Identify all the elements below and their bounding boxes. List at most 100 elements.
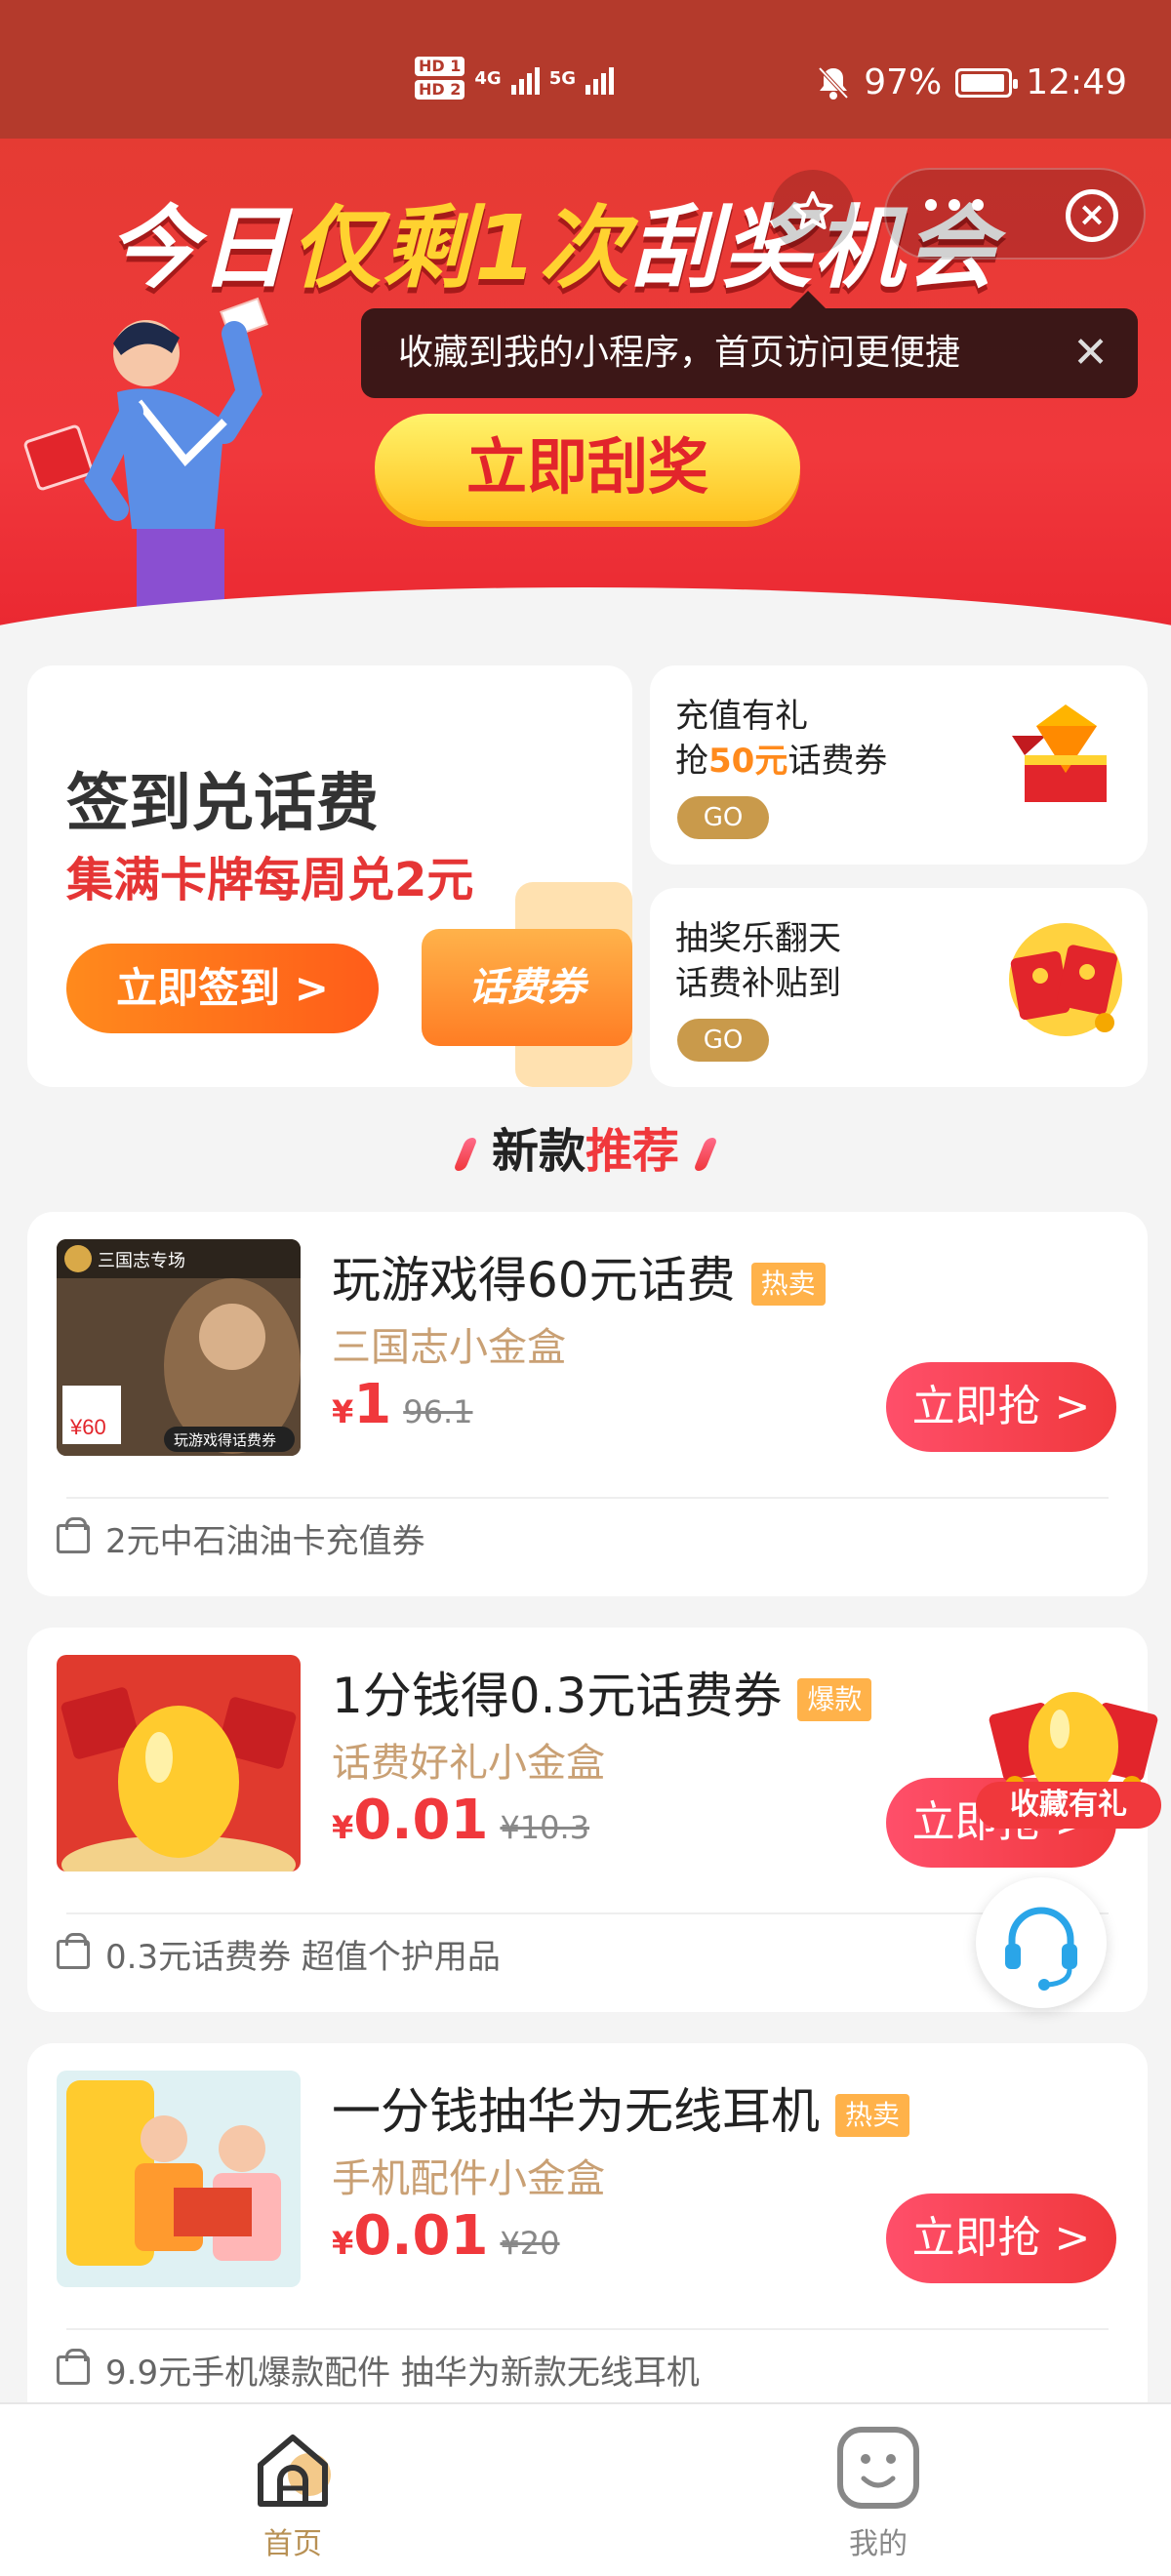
gift-box-gem-icon xyxy=(1012,704,1107,802)
section-title-black: 新款 xyxy=(491,1124,586,1179)
price-symbol: ¥ xyxy=(332,1809,354,1846)
bottom-navigation: 首页 我的 xyxy=(0,2402,1171,2576)
product-tag: 热卖 xyxy=(835,2093,910,2137)
mini-program-capsule: × xyxy=(884,168,1146,260)
signin-subtitle: 集满卡牌每周兑2元 xyxy=(66,853,474,907)
product-thumbnail: 三国志专场 ¥60 玩游戏得话费券 xyxy=(57,1239,301,1456)
recharge-card[interactable]: 充值有礼 抢50元话费券 GO xyxy=(650,665,1148,865)
product-card[interactable]: 三国志专场 ¥60 玩游戏得话费券 玩游戏得60元话费 热卖 三国志小金盒 ¥1 9… xyxy=(27,1212,1148,1596)
product-footer: 0.3元话费券 超值个护用品 xyxy=(57,1930,501,1978)
signal-icon xyxy=(510,61,540,95)
favorite-tooltip-text: 收藏到我的小程序，首页访问更便捷 xyxy=(398,333,961,373)
nav-mine-label: 我的 xyxy=(849,2527,908,2561)
customer-service-button[interactable] xyxy=(976,1877,1107,2008)
product-footer-text: 2元中石油油卡充值券 xyxy=(105,1522,425,1561)
status-bar: HD 1 HD 2 4G 5G 97% 12:49 xyxy=(0,0,1171,139)
lottery-line2: 话费补贴到 xyxy=(675,964,841,1003)
headset-icon xyxy=(1005,1907,1077,1991)
hd2-badge: HD 2 xyxy=(415,80,465,100)
product-footer: 9.9元手机爆款配件 抽华为新款无线耳机 xyxy=(57,2346,700,2394)
signal-icon-2 xyxy=(586,61,614,95)
hero-title-part2: 仅剩1次 xyxy=(291,196,631,301)
section-decoration-icon xyxy=(453,1138,479,1171)
more-menu-icon[interactable] xyxy=(925,199,984,211)
recharge-line2-prefix: 抢 xyxy=(675,742,708,781)
game-poster-image: 三国志专场 ¥60 玩游戏得话费券 xyxy=(57,1239,301,1456)
section-title: 新款推荐 xyxy=(0,1112,1171,1181)
lottery-card[interactable]: 抽奖乐翻天 话费补贴到 GO xyxy=(650,888,1148,1087)
star-icon xyxy=(792,191,833,229)
network-5g-label: 5G xyxy=(548,67,576,89)
nav-home[interactable]: 首页 xyxy=(215,2426,371,2562)
product-tag: 热卖 xyxy=(750,1262,826,1306)
product-price: ¥1 96.1 xyxy=(332,1373,472,1436)
divider xyxy=(66,1912,1109,1914)
shopping-bag-icon xyxy=(57,2348,90,2385)
old-price: 96.1 xyxy=(403,1393,473,1430)
price-value: 1 xyxy=(353,1373,392,1436)
old-price: ¥20 xyxy=(500,2225,560,2262)
favorite-tooltip: 收藏到我的小程序，首页访问更便捷 ✕ xyxy=(361,291,1138,398)
product-footer-text: 0.3元话费券 超值个护用品 xyxy=(105,1938,501,1977)
product-subtitle: 手机配件小金盒 xyxy=(332,2156,605,2201)
product-thumbnail xyxy=(57,1655,301,1872)
signin-button[interactable]: 立即签到 > xyxy=(66,944,379,1033)
hd1-badge: HD 1 xyxy=(415,57,465,76)
tooltip-close-icon[interactable]: ✕ xyxy=(1072,308,1109,398)
red-packet-icon xyxy=(1009,923,1122,1036)
product-thumbnail xyxy=(57,2071,301,2287)
nav-home-label: 首页 xyxy=(263,2527,322,2561)
price-symbol: ¥ xyxy=(332,1393,354,1430)
hd-badges: HD 1 HD 2 xyxy=(415,57,465,100)
battery-percent: 97% xyxy=(864,62,943,102)
signin-title: 签到兑话费 xyxy=(66,768,379,840)
status-right: 97% 12:49 xyxy=(817,62,1127,102)
section-title-red: 推荐 xyxy=(586,1124,680,1179)
favorite-gift-label[interactable]: 收藏有礼 xyxy=(976,1782,1161,1829)
price-symbol: ¥ xyxy=(332,2225,354,2262)
product-name-text: 玩游戏得60元话费 xyxy=(332,1252,736,1308)
home-icon xyxy=(258,2435,331,2507)
old-price: ¥10.3 xyxy=(500,1809,590,1846)
recharge-amount: 50元 xyxy=(708,742,788,781)
price-value: 0.01 xyxy=(353,2204,489,2268)
product-footer-text: 9.9元手机爆款配件 抽华为新款无线耳机 xyxy=(105,2354,700,2393)
nav-mine[interactable]: 我的 xyxy=(800,2426,956,2562)
product-price: ¥0.01 ¥20 xyxy=(332,2204,560,2268)
recharge-line2: 抢50元话费券 xyxy=(675,734,887,782)
lottery-go-button[interactable]: GO xyxy=(677,1019,769,1062)
grab-now-button[interactable]: 立即抢 > xyxy=(886,2194,1116,2283)
thumb-label-text: 三国志专场 xyxy=(98,1251,185,1270)
favorite-star-button[interactable] xyxy=(771,170,855,254)
close-mini-program-icon[interactable]: × xyxy=(1066,189,1118,242)
shopping-bag-icon xyxy=(57,1932,90,1969)
thumb-bottom-text: 玩游戏得话费券 xyxy=(174,1432,276,1449)
recharge-line1: 充值有礼 xyxy=(675,697,808,736)
product-name: 1分钱得0.3元话费券 爆款 xyxy=(332,1657,872,1727)
network-4g-label: 4G xyxy=(474,67,502,89)
divider xyxy=(66,1497,1109,1499)
product-name-text: 一分钱抽华为无线耳机 xyxy=(332,2083,820,2140)
divider xyxy=(66,2328,1109,2330)
scratch-now-button[interactable]: 立即刮奖 xyxy=(375,414,800,521)
section-decoration-icon-2 xyxy=(692,1138,718,1171)
svg-text:¥60: ¥60 xyxy=(69,1415,106,1439)
page: HD 1 HD 2 4G 5G 97% 12:49 今日仅剩1次刮奖机会 立即刮… xyxy=(0,0,1171,2576)
product-price: ¥0.01 ¥10.3 xyxy=(332,1789,589,1852)
grab-now-button[interactable]: 立即抢 > xyxy=(886,1362,1116,1452)
product-name: 一分钱抽华为无线耳机 热卖 xyxy=(332,2073,910,2143)
product-subtitle: 话费好礼小金盒 xyxy=(332,1741,605,1786)
phone-fee-coupon-illustration: 话费券 xyxy=(422,929,632,1046)
network-indicators: HD 1 HD 2 4G 5G xyxy=(415,57,614,100)
price-value: 0.01 xyxy=(353,1789,489,1852)
product-tag: 爆款 xyxy=(797,1677,872,1721)
shopping-bag-icon xyxy=(57,1516,90,1553)
recharge-go-button[interactable]: GO xyxy=(677,796,769,839)
headphone-giveaway-image xyxy=(57,2071,301,2287)
lottery-line1: 抽奖乐翻天 xyxy=(675,919,841,958)
signin-card[interactable]: 签到兑话费 集满卡牌每周兑2元 立即签到 > 话费券 xyxy=(27,665,632,1087)
bell-muted-icon xyxy=(818,66,849,100)
battery-icon xyxy=(955,67,1019,98)
product-name-text: 1分钱得0.3元话费券 xyxy=(332,1668,783,1724)
product-card[interactable]: 一分钱抽华为无线耳机 热卖 手机配件小金盒 ¥0.01 ¥20 立即抢 > 9.9元… xyxy=(27,2043,1148,2402)
